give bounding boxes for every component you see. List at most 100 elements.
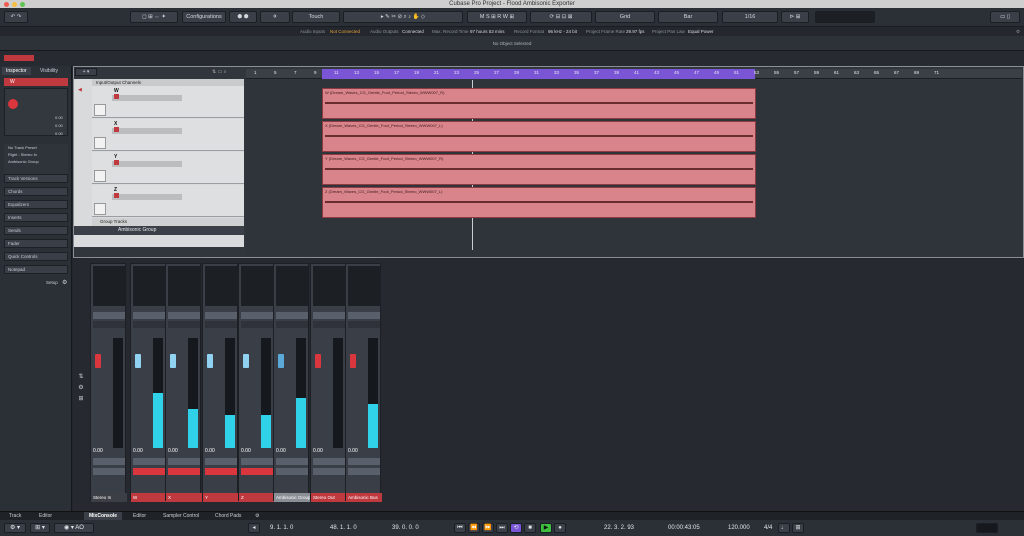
record-button[interactable]: ●	[554, 523, 566, 533]
strip-buttons[interactable]	[241, 458, 273, 465]
quantize-select[interactable]: 1/16	[722, 11, 778, 23]
mute-solo-row[interactable]	[93, 312, 125, 319]
strip-buttons[interactable]	[168, 458, 200, 465]
fader-handle[interactable]	[170, 354, 176, 368]
panner[interactable]	[276, 266, 308, 306]
record-enable-button[interactable]	[8, 99, 18, 109]
channel-name[interactable]: Ambisonic Group	[274, 493, 310, 502]
track-row-y[interactable]: Y	[92, 152, 244, 184]
section-fader[interactable]: Fader	[4, 239, 68, 248]
rw-row[interactable]	[276, 321, 308, 328]
fader-handle[interactable]	[135, 354, 141, 368]
channel-name[interactable]: Ambisonic Bus	[346, 493, 382, 502]
minimize-window-button[interactable]	[12, 1, 17, 7]
strip-buttons[interactable]	[133, 458, 165, 465]
add-track-button[interactable]: + ▾	[75, 68, 97, 76]
track-buttons[interactable]	[112, 193, 182, 200]
record-monitor-buttons[interactable]	[313, 468, 345, 475]
record-monitor-buttons[interactable]	[93, 468, 125, 475]
mute-solo-row[interactable]	[205, 312, 237, 319]
layout-buttons[interactable]: ▭ ▯	[990, 11, 1020, 23]
grid-unit-select[interactable]: Bar	[658, 11, 718, 23]
section-track-versions[interactable]: Track Versions	[4, 174, 68, 183]
panner[interactable]	[133, 266, 165, 306]
panner[interactable]	[348, 266, 380, 306]
mute-solo-read-write[interactable]: M S ⊞ R W ⊞	[467, 11, 527, 23]
event-display[interactable]: W (Dream_Waves_CG_Gentle_Foot_Period_Ste…	[246, 80, 1022, 256]
fader-handle[interactable]	[207, 354, 213, 368]
record-monitor-buttons[interactable]	[133, 468, 165, 475]
view-options-icon[interactable]: ⊞ ▾	[30, 523, 50, 533]
go-to-end-button[interactable]: ⏭	[496, 523, 508, 533]
rw-row[interactable]	[313, 321, 345, 328]
section-inserts[interactable]: Inserts	[4, 213, 68, 222]
inspector-track-name[interactable]: W	[4, 78, 68, 86]
channel-name[interactable]: Z	[239, 493, 275, 502]
channel-strip[interactable]: 0.00 Stereo Out	[310, 263, 347, 502]
forward-button[interactable]: ⏩	[482, 523, 494, 533]
channel-name[interactable]: W	[131, 493, 167, 502]
rw-row[interactable]	[168, 321, 200, 328]
undo-redo-button[interactable]: ↶ ↷	[4, 11, 28, 23]
primary-time-display[interactable]: 22. 3. 2. 93	[604, 523, 634, 533]
panner[interactable]	[205, 266, 237, 306]
section-sends[interactable]: Sends	[4, 226, 68, 235]
ao-button[interactable]: ◉ ▾ AO	[54, 523, 94, 533]
channel-strip[interactable]: 0.00 Z	[238, 263, 275, 502]
play-button[interactable]: ▶	[540, 523, 552, 533]
audio-event-x[interactable]: X (Dream_Waves_CG_Gentle_Foot_Period_Ste…	[322, 121, 756, 152]
configurations-select[interactable]: Configurations	[182, 11, 226, 23]
panner[interactable]	[241, 266, 273, 306]
overview-range[interactable]	[4, 55, 34, 61]
rewind-button[interactable]: ⏪	[468, 523, 480, 533]
setup-label[interactable]: Setup	[46, 280, 58, 285]
mute-solo-row[interactable]	[168, 312, 200, 319]
tempo-display[interactable]: 120.000	[728, 523, 750, 533]
group-folder-track[interactable]: Group Tracks	[92, 218, 244, 226]
track-buttons[interactable]	[112, 94, 182, 101]
gear-icon[interactable]: ⚙	[1016, 27, 1020, 36]
group-track[interactable]: Ambisonic Group	[74, 226, 244, 235]
section-quick-controls[interactable]: Quick Controls	[4, 252, 68, 261]
stop-button[interactable]: ■	[524, 523, 536, 533]
record-monitor-buttons[interactable]	[168, 468, 200, 475]
folder-track[interactable]: Input/Output Channels	[92, 79, 244, 86]
mute-solo-row[interactable]	[313, 312, 345, 319]
strip-buttons[interactable]	[276, 458, 308, 465]
audio-event-w[interactable]: W (Dream_Waves_CG_Gentle_Foot_Period_Ste…	[322, 88, 756, 119]
record-monitor-buttons[interactable]	[241, 468, 273, 475]
tab-inspector[interactable]: Inspector	[2, 67, 31, 75]
grid-type-select[interactable]: Grid	[595, 11, 655, 23]
channel-strip[interactable]: 0.00 Stereo In	[90, 263, 127, 502]
panner[interactable]	[313, 266, 345, 306]
quantize-buttons[interactable]: ⊳ ⊞	[781, 11, 809, 23]
channel-strip[interactable]: 0.00 Ambisonic Group	[273, 263, 310, 502]
fader-handle[interactable]	[350, 354, 356, 368]
tools-group[interactable]: ▸ ✎ ✂ ⊘ ⌕ ♪ ✋ ◇	[343, 11, 463, 23]
snap-tools[interactable]: ⟳ ⊟ ⊡ ⊠	[530, 11, 592, 23]
ruler[interactable]: 1 5 7 9 11 13 15 17 19 21 23 25 27 29 31 33 35 37 39 41 43 45…	[246, 69, 1022, 79]
signature-display[interactable]: 4/4	[764, 523, 772, 533]
cycle-button[interactable]: ⟲	[510, 523, 522, 533]
go-to-start-button[interactable]: ⏮	[454, 523, 466, 533]
audio-event-y[interactable]: Y (Dream_Waves_CG_Gentle_Foot_Period_Ste…	[322, 154, 756, 185]
gear-menu-icon[interactable]: ⚙ ▾	[4, 523, 26, 533]
rw-row[interactable]	[241, 321, 273, 328]
channel-strip[interactable]: 0.00 Ambisonic Bus	[345, 263, 382, 502]
record-monitor-buttons[interactable]	[348, 468, 380, 475]
tracklist-tools[interactable]: ⇅ ▭ ⌕	[212, 68, 244, 76]
zoom-window-button[interactable]	[20, 1, 25, 7]
track-row-x[interactable]: X	[92, 119, 244, 151]
tab-visibility[interactable]: Visibility	[36, 67, 62, 75]
audio-event-z[interactable]: Z (Dream_Waves_CG_Gentle_Foot_Period_Ste…	[322, 187, 756, 218]
channel-name[interactable]: Y	[203, 493, 239, 502]
section-notepad[interactable]: Notepad	[4, 265, 68, 274]
rw-row[interactable]	[348, 321, 380, 328]
mixconsole-side-icons[interactable]: ⇅ ⚙ ⊞	[76, 372, 86, 406]
secondary-time-display[interactable]: 00:00:43:05	[668, 523, 700, 533]
channel-strip[interactable]: 0.00 X	[165, 263, 202, 502]
automation-mode-select[interactable]: Touch	[292, 11, 340, 23]
constrain-delay-button[interactable]: ⬢ ⬢	[229, 11, 257, 23]
sync-icon[interactable]: ⊞	[792, 523, 804, 533]
channel-name[interactable]: Stereo Out	[311, 493, 347, 502]
